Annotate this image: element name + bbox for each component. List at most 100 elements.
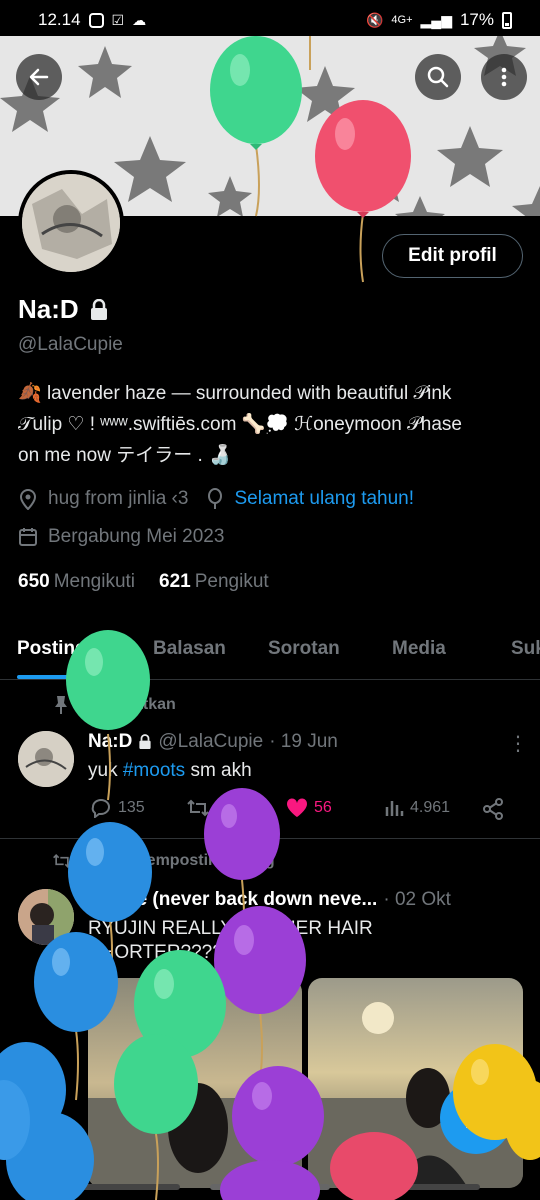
pinned-post-avatar[interactable] — [18, 731, 74, 787]
joined-text: Bergabung Mei 2023 — [48, 526, 225, 547]
followers-link[interactable]: 621 Pengikut — [159, 571, 269, 593]
lock-icon — [90, 298, 107, 320]
bio-line-3: on me now テイラー . — [18, 445, 203, 466]
repost-header: chellie (never back down neve... · 02 Ok… — [88, 889, 451, 911]
profile-meta-joined: Bergabung Mei 2023 — [18, 526, 224, 548]
repost-icon — [53, 853, 71, 869]
tab-likes[interactable]: Suka — [511, 638, 540, 660]
profile-avatar[interactable] — [18, 170, 124, 276]
profile-name: Na:D — [18, 294, 79, 324]
balloon-blue-bottom — [0, 1042, 94, 1200]
battery-percent: 17% — [459, 10, 494, 29]
signal-icon: ▂▄▆ — [420, 11, 452, 28]
post-text-suffix: sm akh — [185, 760, 252, 781]
repost-label-row: Anda memposting ulang — [52, 852, 275, 870]
following-link[interactable]: 650 Mengikuti — [18, 571, 135, 593]
repost-icon — [187, 799, 209, 817]
bottle-icon: 🍶 — [202, 445, 232, 466]
views-count: 4.961 — [410, 799, 451, 816]
followers-label: Pengikut — [194, 571, 269, 592]
views-icon — [385, 801, 404, 816]
profile-handle: @LalaCupie — [18, 334, 123, 355]
heart-icon — [286, 798, 308, 817]
following-label: Mengikuti — [53, 571, 136, 592]
pin-icon — [55, 696, 67, 714]
more-vert-icon — [501, 67, 507, 87]
bio-line-2: 𝒯ulip ♡ ! ʷʷʷ.swiftiēs.com 🦴💭 ℋoneymoon … — [18, 414, 462, 435]
tab-highlights[interactable]: Sorotan — [268, 638, 340, 660]
pinned-post-actions: 135 16 56 4.961 — [90, 798, 510, 824]
tab-replies[interactable]: Balasan — [153, 638, 226, 660]
balloon-icon — [208, 488, 223, 509]
profile-tabs: Postingan Balasan Sorotan Media Suka — [0, 622, 540, 680]
more-options-button[interactable] — [481, 54, 527, 100]
like-count: 56 — [314, 799, 332, 816]
leaf-icon: 🍂 — [18, 383, 47, 404]
cloud-icon: ☁ — [132, 11, 147, 28]
pinned-post-text: yuk #moots sm akh — [88, 759, 252, 783]
following-count: 650 — [18, 571, 50, 592]
pinned-label-row: Disematkan — [52, 695, 176, 715]
pinned-post-more-button[interactable]: ⋮ — [508, 731, 528, 756]
repost-text-line-1: RYUJIN REALLY CUT HER HAIR — [88, 918, 373, 939]
repost-text-line-2: SHORTER???? — [88, 942, 223, 963]
profile-meta-location: hug from jinlia ‹3 Selamat ulang tahun! — [18, 488, 414, 510]
compose-button[interactable] — [440, 1082, 512, 1154]
system-nav-home[interactable] — [210, 1184, 330, 1190]
active-tab-indicator — [17, 675, 119, 679]
pinned-post-author[interactable]: Na:D — [88, 731, 132, 753]
system-nav-recents[interactable] — [60, 1184, 180, 1190]
birthday-link[interactable]: Selamat ulang tahun! — [234, 488, 414, 510]
pinned-label: Disematkan — [86, 696, 176, 713]
back-button[interactable] — [16, 54, 62, 100]
tab-media[interactable]: Media — [392, 638, 446, 660]
repost-date: · 02 Okt — [383, 889, 451, 910]
followers-count: 621 — [159, 571, 191, 592]
like-button[interactable]: 56 — [286, 798, 332, 818]
calendar-icon — [19, 528, 37, 546]
mute-icon: 🔇 — [365, 11, 384, 28]
follow-stats: 650 Mengikuti 621 Pengikut — [18, 571, 269, 593]
location-icon — [19, 489, 37, 510]
profile-name-row: Na:D — [18, 294, 109, 325]
hashtag-link[interactable]: #moots — [123, 760, 185, 781]
repost-author[interactable]: chellie (never back down neve... — [88, 889, 377, 911]
reply-count: 135 — [118, 799, 145, 816]
photo-image — [88, 978, 302, 1188]
repost-label: Anda memposting ulang — [88, 852, 275, 869]
lock-icon — [139, 734, 151, 749]
post-photo-2[interactable] — [308, 978, 523, 1188]
share-button[interactable] — [482, 798, 504, 820]
pinned-post-date: · 19 Jun — [269, 731, 338, 752]
repost-text: RYUJIN REALLY CUT HER HAIR SHORTER???? — [88, 917, 373, 965]
battery-icon — [502, 11, 512, 29]
avatar-image — [18, 889, 74, 945]
reply-icon — [91, 799, 111, 818]
avatar-image — [18, 731, 74, 787]
pinned-post-handle: @LalaCupie — [158, 731, 264, 752]
photo-image — [308, 978, 523, 1188]
network-type: 4G+ — [391, 14, 413, 26]
repost-avatar[interactable] — [18, 889, 74, 945]
search-icon — [427, 66, 449, 88]
edit-profile-button[interactable]: Edit profil — [382, 234, 523, 278]
compose-icon — [466, 1106, 486, 1128]
avatar-image — [22, 174, 120, 272]
tab-posts[interactable]: Postingan — [17, 638, 109, 660]
search-button[interactable] — [415, 54, 461, 100]
status-bar: 12.14 ☑ ☁ 🔇 4G+ ▂▄▆ 17% — [0, 0, 540, 40]
post-divider — [0, 838, 540, 839]
status-time: 12.14 — [38, 10, 81, 29]
reply-button[interactable]: 135 — [90, 798, 145, 818]
location-text: hug from jinlia ‹3 — [48, 488, 189, 509]
profile-bio: 🍂 lavender haze — surrounded with beauti… — [18, 378, 523, 471]
system-nav-back[interactable] — [360, 1184, 480, 1190]
repost-button[interactable]: 16 — [186, 798, 234, 818]
pinned-post-header: Na:D @LalaCupie · 19 Jun — [88, 731, 338, 753]
post-photo-1[interactable] — [88, 978, 302, 1188]
checkbox-icon: ☑ — [111, 11, 125, 28]
bio-line-1: lavender haze — surrounded with beautifu… — [46, 383, 452, 404]
share-icon — [483, 798, 503, 820]
back-arrow-icon — [29, 68, 49, 86]
views-button[interactable]: 4.961 — [384, 798, 450, 818]
